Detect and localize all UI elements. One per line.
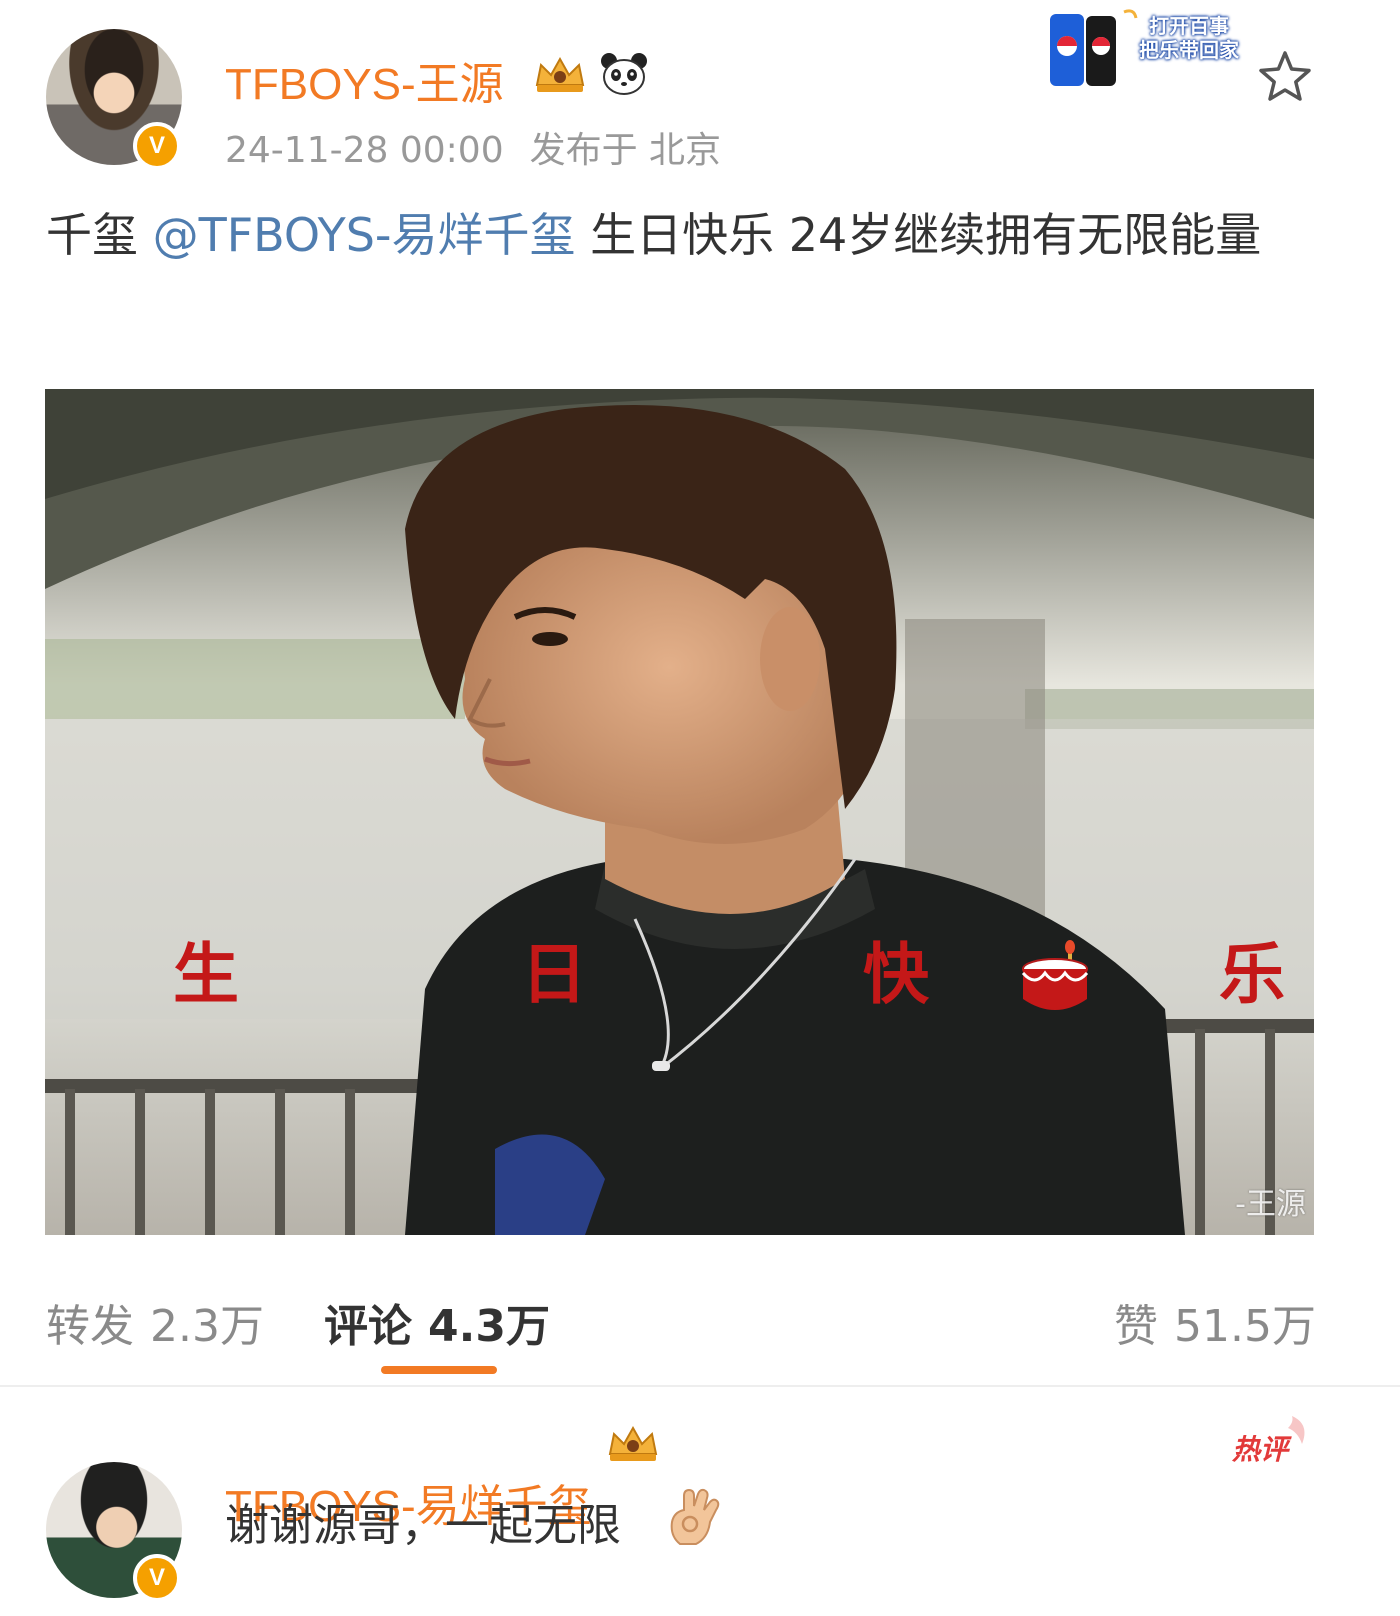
- promo-line-2: 把乐带回家: [1139, 38, 1239, 62]
- overlay-char-2: 日: [521, 935, 587, 1013]
- promo-line-1: 打开百事: [1149, 14, 1229, 38]
- post-text-start: 千玺: [46, 208, 153, 262]
- overlay-char-4: 乐: [1219, 935, 1285, 1013]
- hot-comment-badge: 热评: [1232, 1433, 1289, 1466]
- crown-icon: [535, 56, 585, 92]
- verified-badge-icon: V: [133, 122, 181, 170]
- section-divider: [0, 1385, 1400, 1387]
- post-photo[interactable]: 生 日 快 乐 -王源: [45, 389, 1314, 1235]
- panda-icon: [601, 53, 647, 95]
- photo-watermark: -王源: [1235, 1187, 1306, 1222]
- post-timestamp: 24-11-28 00:00: [225, 130, 504, 171]
- post-meta: 24-11-28 00:00 发布于 北京: [225, 121, 747, 173]
- post-location: 发布于 北京: [529, 130, 722, 171]
- comment-text: 谢谢源哥，一起无限: [225, 1500, 621, 1551]
- promo-text[interactable]: 打开百事 把乐带回家: [1134, 14, 1244, 62]
- like-label: 赞: [1114, 1301, 1158, 1352]
- comment-label: 评论: [324, 1301, 412, 1352]
- repost-label: 转发: [46, 1301, 134, 1352]
- crown-icon: [608, 1425, 658, 1461]
- post-text-end: 生日快乐 24岁继续拥有无限能量: [575, 208, 1262, 262]
- author-name[interactable]: TFBOYS-王源: [225, 48, 504, 112]
- ok-hand-icon: [670, 1488, 720, 1545]
- like-count: 51.5万: [1174, 1301, 1316, 1352]
- overlay-char-1: 生: [173, 935, 239, 1013]
- active-tab-indicator: [381, 1366, 497, 1374]
- mention-link[interactable]: @TFBOYS-易烊千玺: [153, 208, 576, 262]
- comments-tab[interactable]: 评论 4.3万: [324, 1290, 550, 1354]
- post-body: 千玺 @TFBOYS-易烊千玺 生日快乐 24岁继续拥有无限能量: [46, 198, 1346, 272]
- star-icon[interactable]: [1256, 48, 1314, 106]
- repost-button[interactable]: 转发 2.3万: [46, 1290, 264, 1354]
- overlay-char-3: 快: [863, 935, 929, 1013]
- photo-scene: [45, 389, 1314, 1235]
- verified-badge-icon: V: [133, 1554, 181, 1602]
- like-button[interactable]: 赞 51.5万: [1114, 1290, 1316, 1354]
- repost-count: 2.3万: [150, 1301, 264, 1352]
- comment-count: 4.3万: [428, 1301, 550, 1352]
